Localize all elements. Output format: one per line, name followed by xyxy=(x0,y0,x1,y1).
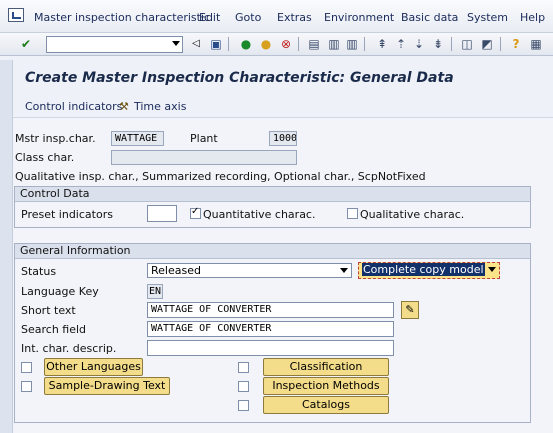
quantitative-charac-label: Quantitative charac. xyxy=(203,208,316,221)
enter-icon[interactable]: ✔ xyxy=(18,36,34,52)
time-axis-button[interactable]: Time axis xyxy=(134,100,186,113)
time-axis-icon[interactable]: ⚒ xyxy=(119,100,129,113)
plant-label: Plant xyxy=(190,132,218,145)
menu-environment[interactable]: Environment xyxy=(324,11,394,24)
cancel-icon[interactable]: ⊗ xyxy=(278,36,294,52)
inspection-methods-button[interactable]: Inspection Methods xyxy=(263,377,389,395)
preset-indicators-label: Preset indicators xyxy=(21,208,113,221)
menu-master-insp-char[interactable]: Master inspection characteristic xyxy=(34,11,210,24)
control-data-group: Control Data xyxy=(14,186,531,228)
qualitative-charac-label: Qualitative charac. xyxy=(360,208,465,221)
language-key-label: Language Key xyxy=(21,285,99,298)
catalogs-checkbox xyxy=(238,400,249,411)
command-field[interactable] xyxy=(46,36,183,53)
sample-drawing-text-button[interactable]: Sample-Drawing Text xyxy=(44,377,170,395)
layout-menu-icon[interactable]: ▦ xyxy=(528,36,544,52)
next-page-icon[interactable]: ⇣ xyxy=(411,36,427,52)
new-session-icon[interactable]: ◫ xyxy=(459,36,475,52)
short-text-label: Short text xyxy=(21,304,76,317)
short-text-field[interactable]: WATTAGE OF CONVERTER xyxy=(147,302,394,318)
control-indicators-button[interactable]: Control indicators xyxy=(25,100,122,113)
exit-icon[interactable]: ● xyxy=(258,36,274,52)
menu-edit[interactable]: Edit xyxy=(199,11,220,24)
status-value: Released xyxy=(151,264,201,277)
qualitative-charac-checkbox[interactable] xyxy=(347,208,358,219)
search-field[interactable]: WATTAGE OF CONVERTER xyxy=(147,321,394,337)
system-toolbar: ✔ ◁ ▣ ● ● ⊗ ▤ ▥ ▥ ⇞ ⇡ ⇣ ⇟ ◫ ◩ ? ▦ xyxy=(0,33,553,56)
back-icon[interactable]: ● xyxy=(238,36,254,52)
title-area: Create Master Inspection Characteristic:… xyxy=(13,64,553,91)
int-char-descrip-field[interactable] xyxy=(147,340,394,356)
print-icon[interactable]: ▤ xyxy=(306,36,322,52)
chevron-down-icon[interactable] xyxy=(172,41,180,46)
language-key-field: EN xyxy=(147,284,163,299)
command-input[interactable] xyxy=(47,37,165,52)
plant-field: 1000 xyxy=(269,131,297,146)
other-languages-checkbox xyxy=(21,362,32,373)
summary-text: Qualitative insp. char., Summarized reco… xyxy=(15,170,426,183)
catalogs-button[interactable]: Catalogs xyxy=(263,396,389,414)
general-information-title: General Information xyxy=(15,244,530,259)
last-page-icon[interactable]: ⇟ xyxy=(430,36,446,52)
help-icon[interactable]: ? xyxy=(508,36,524,52)
inspection-methods-checkbox xyxy=(238,381,249,392)
class-char-label: Class char. xyxy=(15,151,75,164)
copy-model-value: Complete copy model xyxy=(362,263,485,276)
left-strip xyxy=(0,60,13,433)
class-char-field xyxy=(111,150,297,165)
mstr-insp-char-field: WATTAGE xyxy=(111,131,164,146)
int-char-descrip-label: Int. char. descrip. xyxy=(21,342,117,355)
preset-indicators-field[interactable] xyxy=(147,205,177,222)
status-dropdown[interactable]: Released xyxy=(147,263,352,278)
search-field-label: Search field xyxy=(21,323,87,336)
first-page-icon[interactable]: ⇞ xyxy=(374,36,390,52)
mstr-insp-char-label: Mstr insp.char. xyxy=(15,132,96,145)
menu-bar: Master inspection characteristic Edit Go… xyxy=(0,0,553,33)
status-label: Status xyxy=(21,265,57,278)
save-icon[interactable]: ▣ xyxy=(208,36,224,52)
edit-long-text-icon[interactable]: ✎ xyxy=(401,301,419,319)
other-languages-button[interactable]: Other Languages xyxy=(44,358,143,376)
find-icon[interactable]: ▥ xyxy=(326,36,342,52)
back-arrow-icon[interactable]: ◁ xyxy=(188,36,204,52)
menu-goto[interactable]: Goto xyxy=(235,11,261,24)
quantitative-charac-checkbox[interactable] xyxy=(190,206,201,219)
application-toolbar: Control indicators ⚒ Time axis xyxy=(13,96,553,118)
menu-help[interactable]: Help xyxy=(520,11,545,24)
previous-page-icon[interactable]: ⇡ xyxy=(393,36,409,52)
menu-extras[interactable]: Extras xyxy=(277,11,312,24)
shortcut-icon[interactable]: ◩ xyxy=(479,36,495,52)
menu-system[interactable]: System xyxy=(467,11,508,24)
sample-drawing-checkbox xyxy=(21,381,32,392)
classification-checkbox xyxy=(238,362,249,373)
control-data-title: Control Data xyxy=(15,187,530,202)
chevron-down-icon[interactable] xyxy=(340,268,348,273)
classification-button[interactable]: Classification xyxy=(263,358,389,376)
find-next-icon[interactable]: ▥ xyxy=(344,36,360,52)
chevron-down-icon[interactable] xyxy=(488,267,496,272)
menu-basic-data[interactable]: Basic data xyxy=(401,11,458,24)
copy-model-dropdown[interactable]: Complete copy model xyxy=(358,262,500,279)
page-title: Create Master Inspection Characteristic:… xyxy=(25,70,454,86)
menu-icon[interactable] xyxy=(8,8,24,22)
